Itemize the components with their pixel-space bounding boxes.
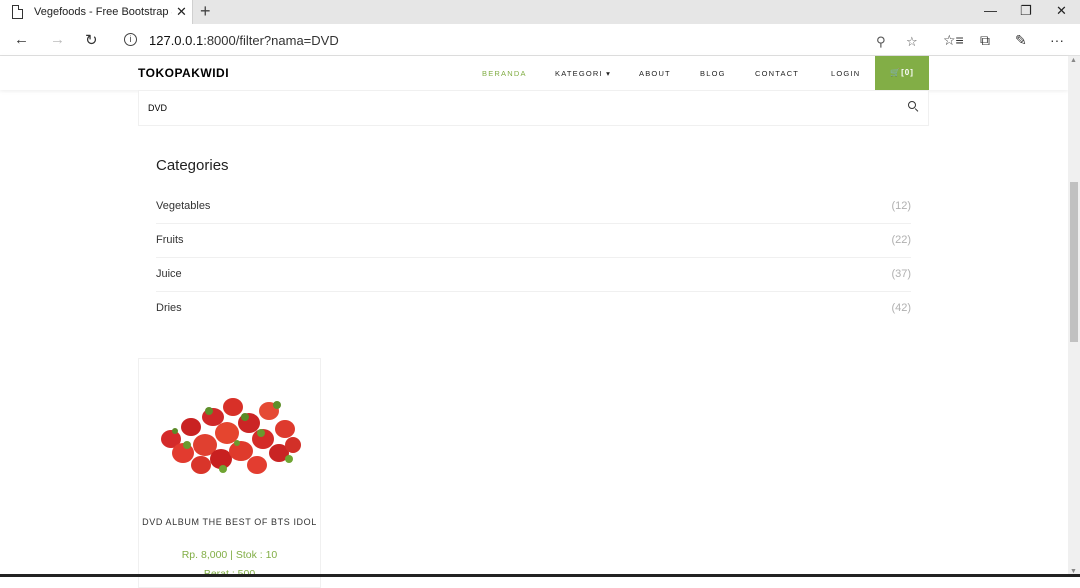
product-name[interactable]: DVD ALBUM THE BEST OF BTS IDOL	[139, 515, 320, 529]
page-scrollbar[interactable]: ▲ ▼	[1068, 56, 1080, 577]
new-tab-button[interactable]: +	[200, 1, 211, 22]
close-window-button[interactable]: ✕	[1056, 3, 1067, 19]
category-count: (42)	[891, 302, 911, 314]
category-label[interactable]: Vegetables	[156, 200, 210, 212]
url-text[interactable]: 127.0.0.1:8000/filter?nama=DVD	[149, 33, 339, 48]
category-item-dries[interactable]: Dries (42)	[156, 292, 911, 326]
more-menu-button[interactable]: ···	[1050, 32, 1064, 48]
category-item-fruits[interactable]: Fruits (22)	[156, 224, 911, 258]
favorite-star-icon[interactable]: ☆	[906, 34, 918, 50]
minimize-button[interactable]: —	[984, 3, 997, 18]
search-icon[interactable]	[908, 101, 916, 109]
url-host: 127.0.0.1	[149, 33, 204, 48]
forward-button[interactable]: →	[50, 31, 65, 48]
tab-close-icon[interactable]: ✕	[176, 4, 187, 20]
category-label[interactable]: Dries	[156, 302, 182, 314]
nav-link-login[interactable]: LOGIN	[831, 69, 860, 78]
url-path: :8000/filter?nama=DVD	[203, 33, 339, 48]
browser-tab-bar: Vegefoods - Free Bootstrap 4 Te ✕ + — ❐ …	[0, 0, 1080, 24]
product-price: Rp. 8,000 | Stok : 10	[181, 549, 278, 561]
browser-tab[interactable]: Vegefoods - Free Bootstrap 4 Te ✕	[0, 0, 193, 24]
category-label[interactable]: Juice	[156, 268, 182, 280]
refresh-button[interactable]: ↻	[85, 31, 98, 49]
nav-link-blog[interactable]: BLOG	[700, 69, 726, 78]
category-label[interactable]: Fruits	[156, 234, 184, 246]
url-field[interactable]: i 127.0.0.1:8000/filter?nama=DVD ⚲ ☆	[118, 28, 928, 52]
favorites-list-icon[interactable]: ☆≡	[943, 32, 964, 49]
collections-icon[interactable]: ⧉	[980, 32, 990, 49]
category-count: (12)	[891, 200, 911, 212]
category-item-vegetables[interactable]: Vegetables (12)	[156, 190, 911, 224]
category-item-juice[interactable]: Juice (37)	[156, 258, 911, 292]
category-count: (22)	[891, 234, 911, 246]
search-input[interactable]: DVD	[138, 90, 929, 126]
nav-link-about[interactable]: ABOUT	[639, 69, 671, 78]
scroll-thumb[interactable]	[1070, 182, 1078, 342]
tab-title: Vegefoods - Free Bootstrap 4 Te	[34, 6, 172, 18]
page-icon	[12, 5, 23, 19]
product-card[interactable]: DVD ALBUM THE BEST OF BTS IDOL Rp. 8,000…	[138, 358, 321, 588]
nav-link-kategori[interactable]: KATEGORI ▾	[555, 69, 611, 78]
info-icon[interactable]: i	[124, 33, 137, 46]
back-button[interactable]: ←	[14, 31, 29, 48]
nav-link-beranda[interactable]: BERANDA	[482, 69, 527, 78]
extension-icon[interactable]: ✎	[1015, 32, 1027, 49]
address-bar: ← → ↻ i 127.0.0.1:8000/filter?nama=DVD ⚲…	[0, 24, 1080, 56]
nav-link-contact[interactable]: CONTACT	[755, 69, 799, 78]
category-count: (37)	[891, 268, 911, 280]
categories-heading: Categories	[156, 157, 229, 174]
search-value: DVD	[148, 103, 168, 113]
product-image[interactable]	[157, 387, 303, 479]
cart-button[interactable]: 🛒[0]	[875, 56, 929, 90]
site-navbar: TOKOPAKWIDI BERANDA KATEGORI ▾ ABOUT BLO…	[0, 56, 1068, 90]
zoom-icon[interactable]: ⚲	[876, 34, 886, 50]
maximize-button[interactable]: ❐	[1020, 3, 1032, 19]
brand-logo[interactable]: TOKOPAKWIDI	[138, 66, 229, 80]
strawberries-graphic	[161, 398, 301, 474]
scroll-up-icon[interactable]: ▲	[1070, 57, 1077, 64]
